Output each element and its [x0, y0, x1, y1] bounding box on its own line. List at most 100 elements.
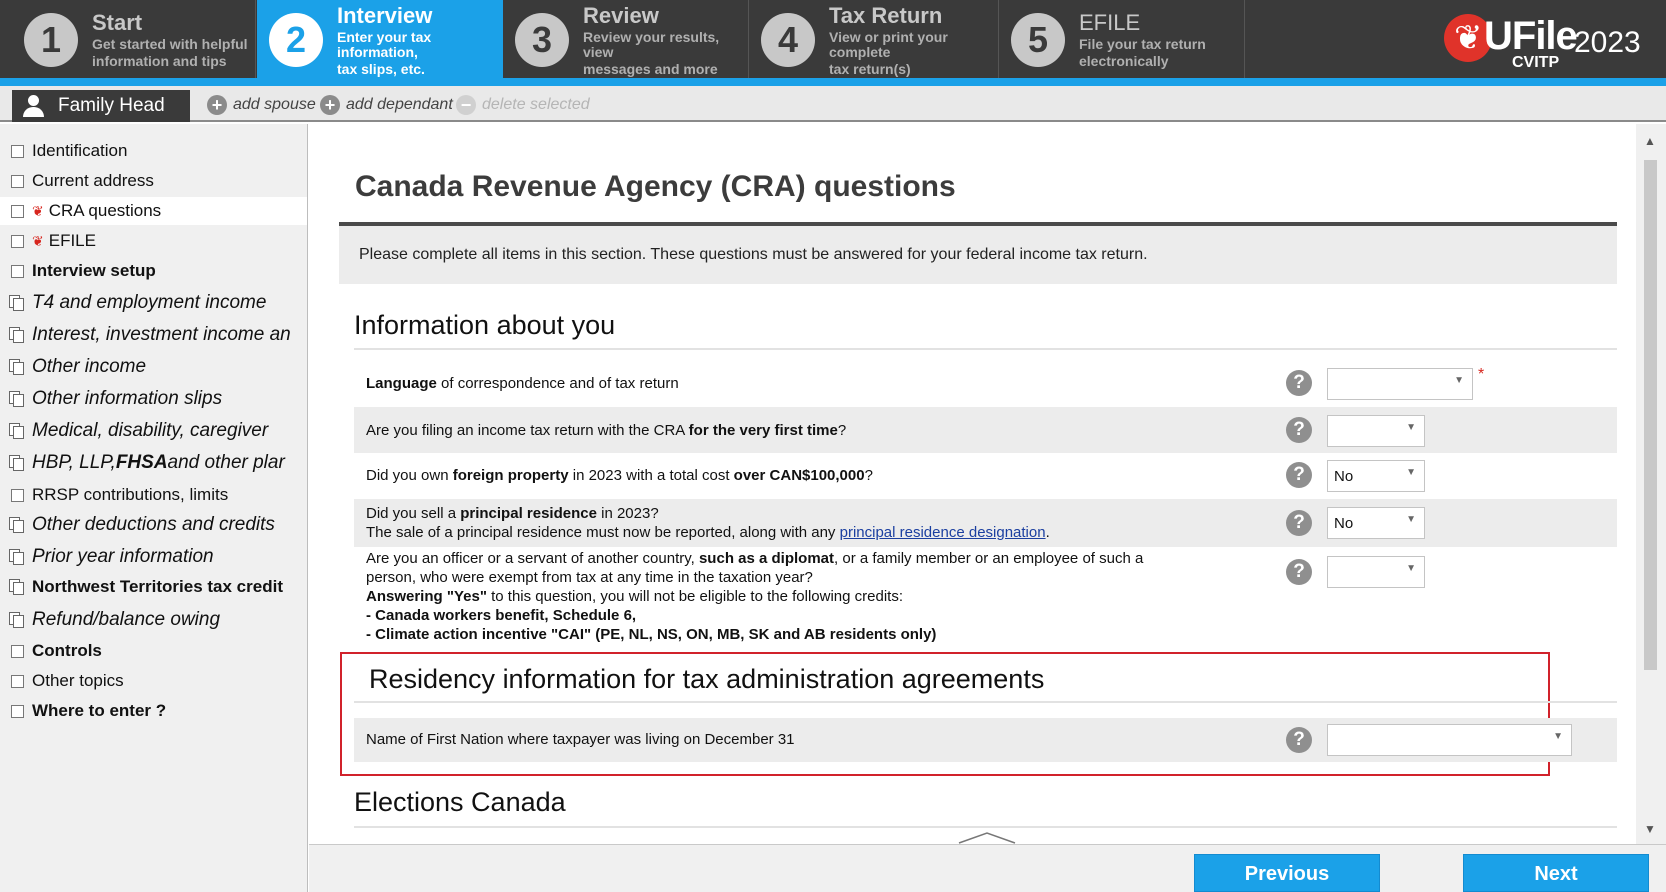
checkbox[interactable] — [11, 674, 24, 688]
checkbox[interactable] — [11, 204, 24, 218]
checkbox[interactable] — [11, 264, 24, 278]
sidebar-item-label: EFILE — [48, 231, 96, 250]
delete-selected-button[interactable]: − delete selected — [456, 90, 590, 120]
question-text: Language of correspondence and of tax re… — [366, 375, 679, 392]
question-text: Are you filing an income tax return with… — [366, 422, 847, 439]
sidebar-item-current-address[interactable]: Current address — [0, 167, 307, 195]
previous-button[interactable]: Previous — [1194, 854, 1380, 892]
chevron-down-icon: ▼ — [1406, 563, 1416, 574]
checkbox[interactable] — [11, 488, 24, 502]
step-interview[interactable]: 2 Interview Enter your tax information, … — [257, 0, 503, 80]
logo-edition: CVITP — [1512, 54, 1560, 71]
sidebar-item-label: HBP, LLP, — [32, 452, 116, 473]
first-nation-select[interactable]: ▼ — [1327, 724, 1572, 756]
sidebar-item-refund-balance[interactable]: Refund/balance owing — [0, 606, 307, 634]
logo-brand: UFile — [1484, 14, 1578, 58]
language-select[interactable]: ▼ — [1327, 368, 1473, 400]
step-efile[interactable]: 5 EFILE File your tax return electronica… — [999, 0, 1245, 80]
step-title: Review — [583, 2, 659, 28]
vertical-scrollbar[interactable]: ▲ ▼ — [1636, 124, 1666, 844]
sidebar-item-interview-setup[interactable]: Interview setup — [0, 257, 307, 285]
sidebar-item-hbp-llp-fhsa[interactable]: HBP, LLP, FHSA and other plar — [0, 449, 307, 477]
foreign-property-select[interactable]: No ▼ — [1327, 460, 1425, 492]
step-review[interactable]: 3 Review Review your results, view messa… — [503, 0, 749, 80]
principal-residence-select[interactable]: No ▼ — [1327, 507, 1425, 539]
step-number: 4 — [761, 13, 815, 67]
help-icon[interactable]: ? — [1286, 462, 1312, 488]
checkbox[interactable] — [11, 234, 24, 248]
sidebar-item-nwt-tax-credit[interactable]: Northwest Territories tax credit — [0, 573, 307, 601]
section-heading-residency: Residency information for tax administra… — [369, 664, 1045, 694]
sidebar-item-label: Prior year information — [32, 546, 214, 567]
sidebar-item-label: CRA questions — [48, 201, 162, 220]
sidebar-item-other-slips[interactable]: Other information slips — [0, 385, 307, 413]
family-head-tab[interactable]: Family Head — [12, 90, 190, 122]
step-subtitle: information and tips — [92, 53, 227, 69]
pages-icon — [9, 612, 24, 628]
section-divider — [354, 701, 1617, 703]
help-icon[interactable]: ? — [1286, 559, 1312, 585]
pages-icon — [9, 549, 24, 565]
sidebar-item-label: Controls — [32, 641, 102, 660]
checkbox[interactable] — [11, 174, 24, 188]
step-start[interactable]: 1 Start Get started with helpful informa… — [0, 0, 256, 80]
sidebar-item-prior-year[interactable]: Prior year information — [0, 543, 307, 571]
sidebar-item-efile[interactable]: ❦ EFILE — [0, 227, 307, 255]
chevron-up-icon[interactable] — [957, 831, 1017, 845]
section-divider — [354, 826, 1617, 828]
scroll-down-arrow-icon[interactable]: ▼ — [1644, 822, 1656, 836]
help-icon[interactable]: ? — [1286, 510, 1312, 536]
pages-icon — [9, 295, 24, 311]
first-time-select[interactable]: ▼ — [1327, 415, 1425, 447]
step-title: EFILE — [1079, 10, 1141, 35]
maple-leaf-icon: ❦ — [32, 232, 44, 249]
main-form: Canada Revenue Agency (CRA) questions Pl… — [309, 124, 1636, 844]
sidebar-item-interest-investment[interactable]: Interest, investment income an — [0, 321, 307, 349]
checkbox[interactable] — [11, 144, 24, 158]
next-button[interactable]: Next — [1463, 854, 1649, 892]
interview-sidebar: Identification Current address ❦ CRA ques… — [0, 124, 308, 892]
help-icon[interactable]: ? — [1286, 370, 1312, 396]
sidebar-item-medical[interactable]: Medical, disability, caregiver — [0, 417, 307, 445]
sidebar-item-where-to-enter[interactable]: Where to enter ? — [0, 697, 307, 725]
checkbox[interactable] — [11, 704, 24, 718]
step-number: 5 — [1011, 13, 1065, 67]
family-bar: Family Head + add spouse + add dependant… — [0, 86, 1666, 122]
help-icon[interactable]: ? — [1286, 417, 1312, 443]
sidebar-item-other-income[interactable]: Other income — [0, 353, 307, 381]
pages-icon — [9, 359, 24, 375]
scroll-thumb[interactable] — [1644, 160, 1657, 670]
chevron-down-icon: ▼ — [1406, 467, 1416, 478]
sidebar-item-other-topics[interactable]: Other topics — [0, 667, 307, 695]
add-dependant-button[interactable]: + add dependant — [320, 90, 453, 120]
step-number: 1 — [24, 13, 78, 67]
step-tax-return[interactable]: 4 Tax Return View or print your complete… — [749, 0, 999, 80]
add-dependant-label: add dependant — [346, 96, 453, 113]
sidebar-item-other-deductions[interactable]: Other deductions and credits — [0, 511, 307, 539]
pages-icon — [9, 423, 24, 439]
sidebar-item-label: Where to enter ? — [32, 701, 167, 720]
checkbox[interactable] — [11, 644, 24, 658]
plus-icon: + — [207, 95, 227, 115]
delete-selected-label: delete selected — [482, 96, 590, 113]
step-title: Tax Return — [829, 2, 943, 28]
pages-icon — [9, 517, 24, 533]
step-subtitle: Enter your tax information, — [337, 28, 432, 60]
step-number: 2 — [269, 13, 323, 67]
add-spouse-button[interactable]: + add spouse — [207, 90, 316, 120]
sidebar-item-t4-employment[interactable]: T4 and employment income — [0, 289, 307, 317]
sidebar-item-rrsp[interactable]: RRSP contributions, limits — [0, 481, 307, 509]
pages-icon — [9, 327, 24, 343]
sidebar-item-cra-questions[interactable]: ❦ CRA questions — [0, 197, 307, 225]
page-title: Canada Revenue Agency (CRA) questions — [355, 170, 956, 203]
principal-residence-designation-link[interactable]: principal residence designation — [840, 524, 1046, 541]
sidebar-item-identification[interactable]: Identification — [0, 137, 307, 165]
section-heading-elections: Elections Canada — [354, 787, 566, 817]
help-icon[interactable]: ? — [1286, 727, 1312, 753]
sidebar-item-controls[interactable]: Controls — [0, 637, 307, 665]
maple-leaf-icon: ❦ — [32, 202, 44, 219]
scroll-up-arrow-icon[interactable]: ▲ — [1644, 134, 1656, 148]
diplomat-select[interactable]: ▼ — [1327, 556, 1425, 588]
question-text: Name of First Nation where taxpayer was … — [366, 731, 795, 748]
pages-icon — [9, 579, 24, 595]
